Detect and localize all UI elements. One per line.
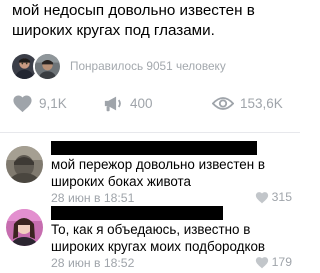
redacted-username (51, 206, 223, 220)
action-bar: 9,1K 400 153,6K (0, 91, 300, 115)
comment-like-button[interactable]: 179 (255, 255, 292, 269)
commenter-avatar[interactable] (6, 209, 43, 246)
comment-date: 28 июн в 18:51 (51, 191, 135, 205)
comment-item: То, как я объедаюсь, известно в широких … (0, 205, 300, 273)
like-count: 9,1K (39, 95, 67, 111)
views-indicator: 153,6K (212, 91, 283, 115)
repost-count: 400 (130, 95, 153, 111)
liker-avatar-2[interactable] (33, 51, 62, 81)
comment-text: То, как я объедаюсь, известно в широких … (51, 222, 266, 254)
heart-icon (255, 191, 268, 203)
comment-date: 28 июн в 18:52 (51, 256, 135, 270)
like-button[interactable]: 9,1K (12, 91, 67, 115)
divider (0, 132, 300, 133)
comment-item: мой пережор довольно известен в широких … (0, 140, 300, 205)
views-count: 153,6K (240, 95, 283, 111)
heart-icon (13, 95, 32, 112)
eye-icon (212, 96, 234, 110)
redacted-username (51, 141, 257, 155)
comment-like-count: 315 (271, 190, 292, 204)
megaphone-icon (104, 96, 121, 111)
post-card: мой недосып довольно известен в широких … (0, 0, 300, 273)
heart-icon (255, 256, 268, 268)
likes-summary-text[interactable]: Понравилось 9051 человеку (70, 59, 226, 73)
comment-like-button[interactable]: 315 (255, 190, 292, 204)
comment-like-count: 179 (271, 255, 292, 269)
repost-button[interactable]: 400 (103, 91, 153, 115)
comment-text: мой пережор довольно известен в широких … (51, 157, 265, 189)
post-text: мой недосып довольно известен в широких … (12, 2, 255, 39)
likers-summary[interactable]: Понравилось 9051 человеку (10, 51, 226, 81)
commenter-avatar[interactable] (6, 146, 43, 183)
